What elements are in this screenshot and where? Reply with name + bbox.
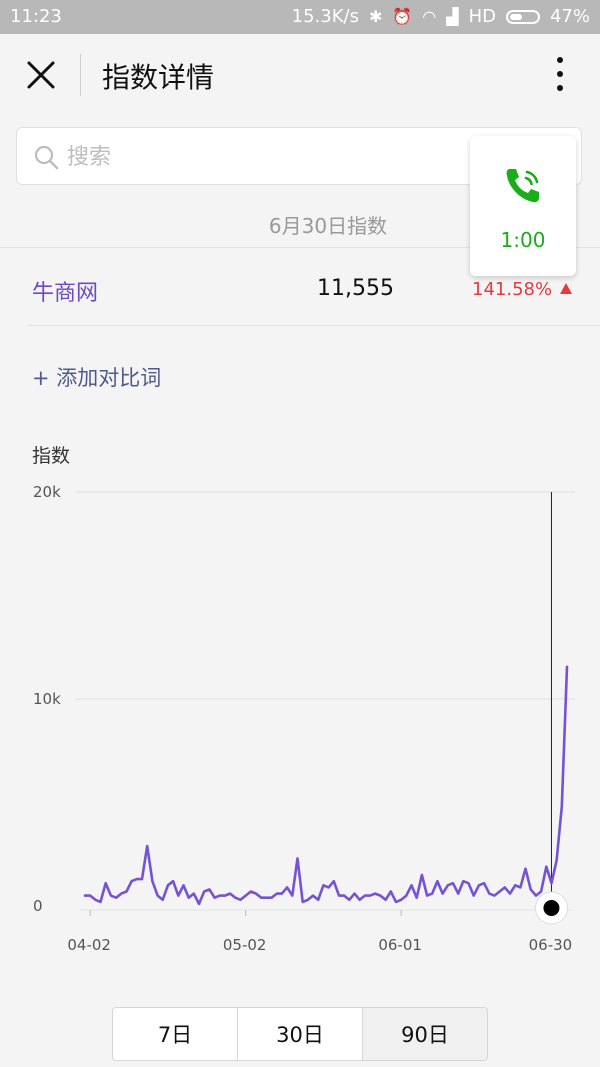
x-tick-label-0: 04-02 — [67, 936, 111, 954]
call-widget[interactable]: 1:00 — [470, 136, 576, 276]
keyword-label[interactable]: 牛商网 — [32, 275, 98, 307]
series-line — [83, 665, 569, 906]
y-tick-label-0: 0 — [33, 897, 43, 915]
y-axis-title: 指数 — [32, 445, 71, 467]
battery-percent: 47% — [549, 6, 590, 27]
phone-icon — [506, 169, 539, 203]
bluetooth-icon: ✱ — [368, 7, 383, 26]
index-value: 11,555 — [317, 276, 394, 301]
wifi-icon: ◠ — [422, 7, 437, 26]
alarm-icon: ⏰ — [392, 7, 413, 26]
status-right: 15.3K/s ✱ ⏰ ◠ ▟ HD 47% — [292, 6, 590, 27]
nav-divider — [80, 54, 81, 96]
highlight-point[interactable] — [543, 900, 560, 916]
search-input[interactable] — [65, 140, 469, 174]
more-vertical-icon[interactable] — [550, 54, 570, 94]
search-icon — [34, 145, 59, 170]
status-time: 11:23 — [10, 6, 62, 27]
y-tick-label-1: 10k — [33, 690, 61, 708]
page-title: 指数详情 — [102, 61, 215, 94]
triangle-up-icon — [560, 283, 573, 294]
network-speed: 15.3K/s — [291, 6, 359, 27]
call-timer: 1:00 — [500, 228, 546, 252]
x-tick-label-2: 06-01 — [378, 936, 422, 954]
status-bar: 11:23 15.3K/s ✱ ⏰ ◠ ▟ HD 47% — [0, 0, 600, 34]
divider-summary — [28, 325, 600, 326]
change-badge: 141.58% — [472, 279, 573, 300]
range-option-2[interactable]: 90日 — [363, 1008, 487, 1060]
range-option-1[interactable]: 30日 — [238, 1008, 363, 1060]
range-selector: 7日 30日 90日 — [112, 1007, 488, 1061]
nav-bar: 指数详情 — [0, 34, 600, 116]
signal-text: HD — [468, 6, 496, 27]
y-tick-label-2: 20k — [33, 483, 61, 501]
change-percent: 141.58% — [472, 279, 553, 300]
add-compare-button[interactable]: + 添加对比词 — [32, 362, 161, 392]
signal-icon: ▟ — [446, 7, 459, 26]
x-tick-label-3: 06-30 — [529, 936, 573, 954]
x-tick-label-1: 05-02 — [223, 936, 267, 954]
battery-icon — [505, 9, 540, 24]
index-line-chart[interactable]: 0 10k 20k 04-02 05-02 06-01 06-30 — [0, 470, 600, 970]
range-option-0[interactable]: 7日 — [113, 1008, 238, 1060]
close-icon[interactable] — [26, 60, 56, 90]
